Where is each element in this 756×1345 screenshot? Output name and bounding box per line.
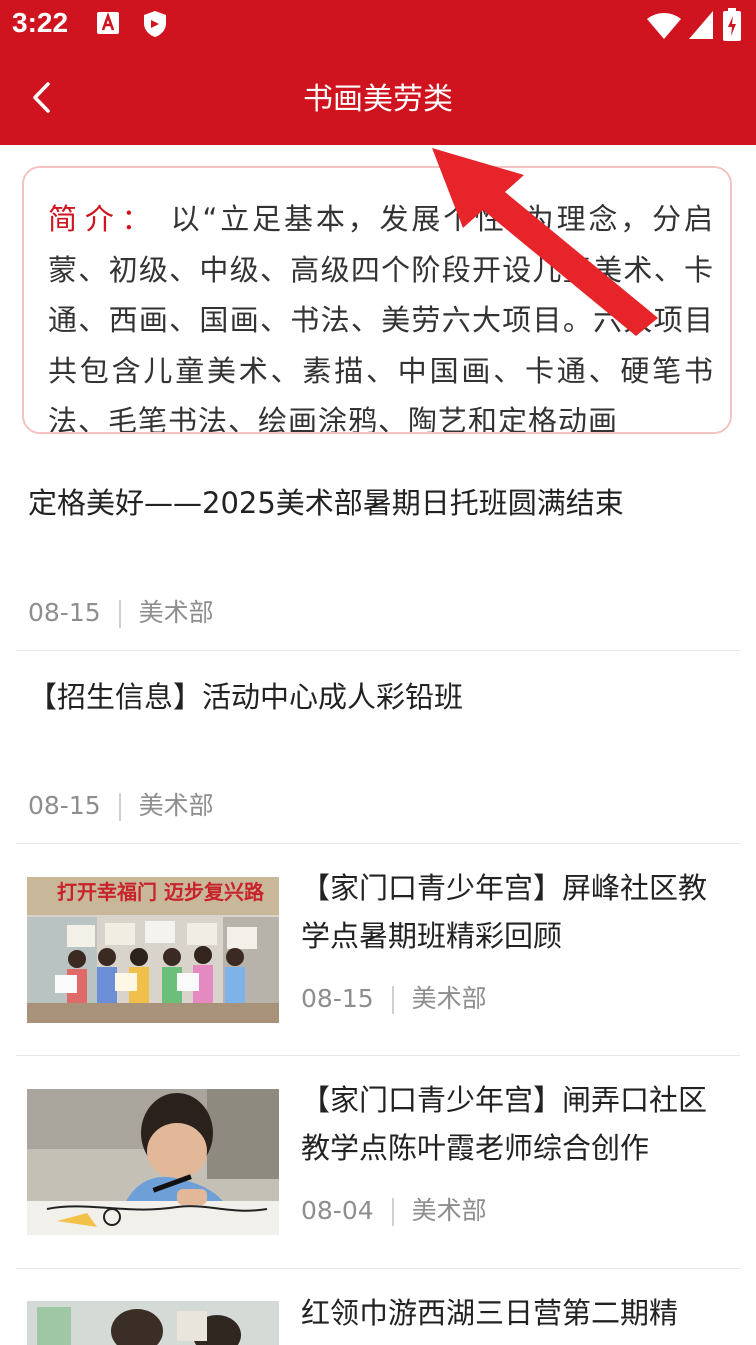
- classroom-photo: [27, 1301, 279, 1345]
- notification-app-icon: [97, 12, 119, 34]
- news-item[interactable]: 打开幸福门 迈步复兴路 【家门口青少年宫】屏峰社区教学点暑期班精彩回顾 08-1…: [16, 844, 740, 1056]
- wifi-icon: [647, 13, 681, 39]
- page-title: 书画美劳类: [303, 82, 453, 117]
- news-date: 08-15: [301, 984, 374, 1013]
- news-date: 08-15: [28, 598, 101, 627]
- meta-divider: [391, 1198, 394, 1226]
- news-meta: 08-04 美术部: [301, 1191, 487, 1227]
- news-department: 美术部: [138, 598, 214, 627]
- news-title: 【招生信息】活动中心成人彩铅班: [28, 680, 464, 714]
- news-meta: 08-15 美术部: [28, 593, 214, 629]
- battery-charging-icon: [723, 8, 741, 41]
- news-department: 美术部: [138, 791, 214, 820]
- news-thumbnail: [27, 1089, 279, 1235]
- boy-drawing-photo: [27, 1089, 279, 1235]
- news-meta: 08-15 美术部: [28, 786, 214, 822]
- news-item[interactable]: 【招生信息】活动中心成人彩铅班 08-15 美术部: [16, 651, 740, 844]
- banner-slogan: 打开幸福门 迈步复兴路: [57, 880, 265, 904]
- news-title: 定格美好——2025美术部暑期日托班圆满结束: [28, 486, 624, 520]
- news-thumbnail: 打开幸福门 迈步复兴路: [27, 877, 279, 1023]
- children-with-paintings-photo: 打开幸福门 迈步复兴路: [27, 877, 279, 1023]
- meta-divider: [118, 793, 121, 821]
- intro-body: 以“立足基本，发展个性”为理念，分启蒙、初级、中级、高级四个阶段开设儿童美术、卡…: [48, 202, 714, 434]
- status-bar: 3:22: [0, 0, 756, 50]
- news-title: 【家门口青少年宫】闸弄口社区教学点陈叶霞老师综合创作: [301, 1083, 708, 1165]
- news-item[interactable]: 【家门口青少年宫】闸弄口社区教学点陈叶霞老师综合创作 08-04 美术部: [16, 1056, 740, 1269]
- intro-label: 简介：: [48, 202, 159, 236]
- news-thumbnail: [27, 1301, 279, 1345]
- meta-divider: [118, 600, 121, 628]
- news-meta: 08-15 美术部: [301, 979, 487, 1015]
- news-title: 红领巾游西湖三日营第二期精: [301, 1296, 679, 1330]
- intro-text: 简介： 以“立足基本，发展个性”为理念，分启蒙、初级、中级、高级四个阶段开设儿童…: [48, 194, 714, 434]
- meta-divider: [391, 986, 394, 1014]
- news-date: 08-15: [28, 791, 101, 820]
- status-time: 3:22: [12, 7, 69, 38]
- news-title: 【家门口青少年宫】屏峰社区教学点暑期班精彩回顾: [301, 871, 708, 953]
- app-bar: 书画美劳类: [0, 50, 756, 145]
- news-department: 美术部: [411, 984, 487, 1013]
- news-item[interactable]: 红领巾游西湖三日营第二期精: [16, 1269, 740, 1345]
- intro-card: 简介： 以“立足基本，发展个性”为理念，分启蒙、初级、中级、高级四个阶段开设儿童…: [22, 166, 732, 434]
- news-date: 08-04: [301, 1196, 374, 1225]
- news-item[interactable]: 定格美好——2025美术部暑期日托班圆满结束 08-15 美术部: [16, 434, 740, 651]
- news-department: 美术部: [411, 1196, 487, 1225]
- shield-icon: [144, 11, 166, 37]
- cellular-signal-icon: [689, 11, 713, 39]
